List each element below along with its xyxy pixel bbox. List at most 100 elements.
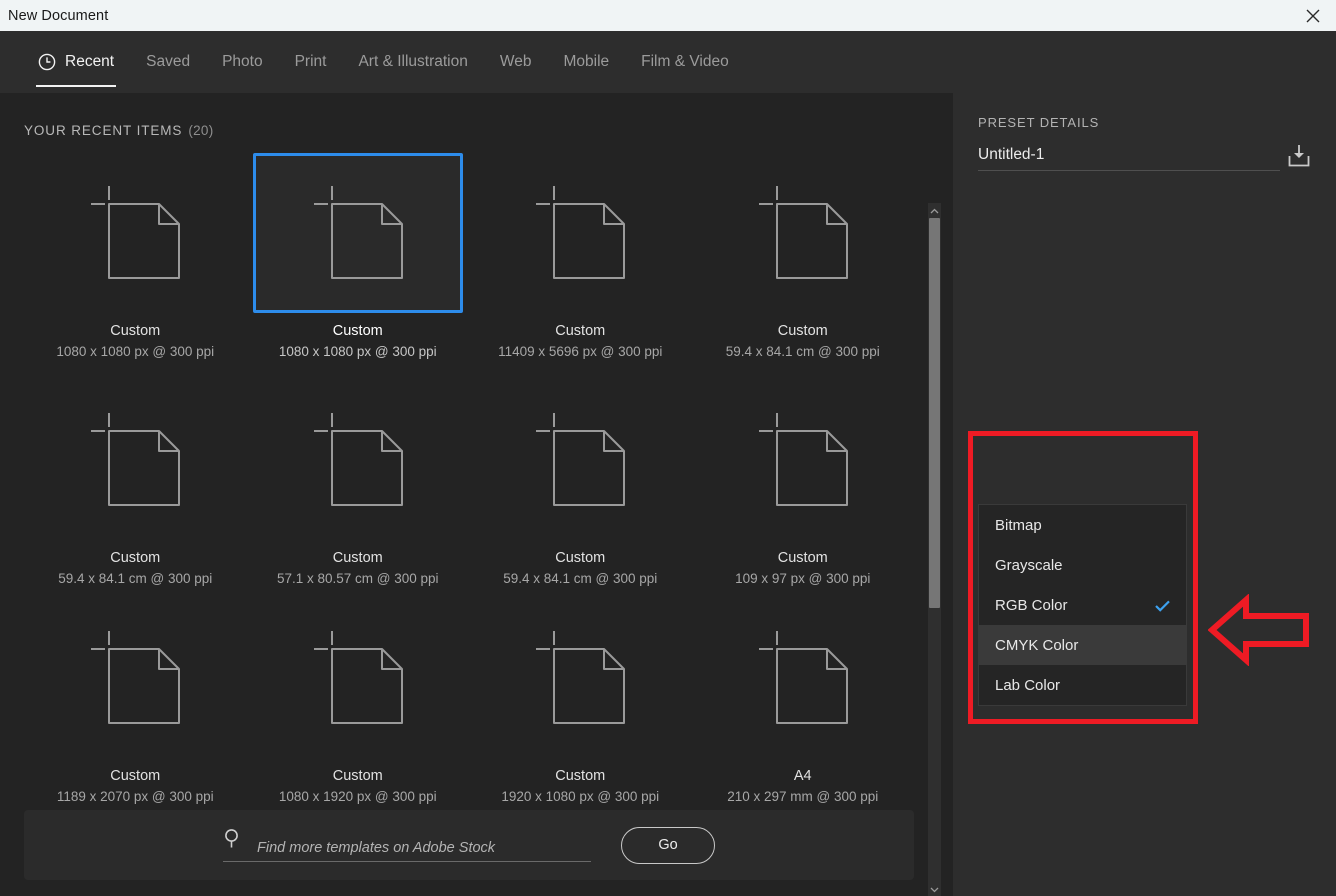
recent-items-heading-text: YOUR RECENT ITEMS [24, 123, 183, 138]
close-icon [1305, 8, 1321, 24]
document-icon [30, 380, 240, 540]
stock-search-field[interactable] [223, 828, 591, 862]
tab-mobile[interactable]: Mobile [547, 31, 625, 93]
recent-item-title: Custom [110, 550, 161, 566]
title-bar: New Document [0, 0, 1336, 31]
tab-saved[interactable]: Saved [130, 31, 206, 93]
recent-item-card[interactable]: Custom 1189 x 2070 px @ 300 ppi [24, 590, 247, 804]
color-mode-option[interactable]: CMYK Color [979, 625, 1186, 665]
color-mode-dropdown-menu[interactable]: Bitmap Grayscale RGB Color CMYK Color Lab Co… [978, 504, 1187, 706]
adobe-stock-search-bar: Go [24, 810, 914, 880]
recent-item-card[interactable]: Custom 59.4 x 84.1 cm @ 300 ppi [692, 145, 915, 368]
scrollbar-thumb[interactable] [929, 218, 940, 608]
recent-item-title: Custom [777, 323, 828, 339]
tab-label: Art & Illustration [358, 53, 468, 70]
document-icon [475, 380, 685, 540]
document-icon [698, 598, 908, 758]
recent-item-title: Custom [110, 768, 161, 784]
color-mode-option-label: CMYK Color [995, 636, 1079, 654]
recent-item-card[interactable]: Custom 1080 x 1080 px @ 300 ppi [24, 145, 247, 368]
new-document-dialog: New Document Recent Saved Photo Print Art & … [0, 0, 1336, 896]
recent-item-card[interactable]: Custom 109 x 97 px @ 300 ppi [692, 372, 915, 586]
tab-art-illustration[interactable]: Art & Illustration [342, 31, 483, 93]
recent-item-card[interactable]: A4 210 x 297 mm @ 300 ppi [692, 590, 915, 804]
recent-item-card[interactable]: Custom 11409 x 5696 px @ 300 ppi [469, 145, 692, 368]
recent-item-card[interactable]: Custom 1920 x 1080 px @ 300 ppi [469, 590, 692, 804]
tab-bar: Recent Saved Photo Print Art & Illustration W… [0, 31, 1336, 93]
document-icon [698, 380, 908, 540]
color-mode-option-label: RGB Color [995, 596, 1068, 614]
recent-items-scrollbar[interactable] [928, 203, 941, 896]
tab-label: Film & Video [641, 53, 729, 70]
tab-film-video[interactable]: Film & Video [625, 31, 745, 93]
document-name-input[interactable] [978, 146, 1280, 164]
recent-item-title: Custom [555, 323, 606, 339]
document-icon [252, 153, 463, 313]
recent-item-title: Custom [110, 323, 161, 339]
checkmark-icon [1155, 599, 1170, 612]
recent-items-count: (20) [188, 123, 214, 138]
search-input[interactable] [257, 840, 577, 856]
recent-item-card[interactable]: Custom 59.4 x 84.1 cm @ 300 ppi [469, 372, 692, 586]
recent-item-card[interactable]: Custom 1080 x 1920 px @ 300 ppi [247, 590, 470, 804]
document-icon [253, 380, 463, 540]
recent-item-dimensions: 59.4 x 84.1 cm @ 300 ppi [58, 571, 213, 586]
recent-item-dimensions: 57.1 x 80.57 cm @ 300 ppi [276, 571, 439, 586]
stock-go-button[interactable]: Go [621, 826, 715, 864]
recent-item-title: Custom [555, 768, 606, 784]
tab-label: Recent [65, 53, 115, 70]
color-mode-option[interactable]: Lab Color [979, 665, 1186, 705]
window-title: New Document [8, 7, 109, 24]
preset-details-heading: PRESET DETAILS [978, 115, 1100, 130]
recent-item-dimensions: 1189 x 2070 px @ 300 ppi [56, 789, 214, 804]
tab-label: Saved [146, 53, 191, 70]
recent-item-dimensions: 1920 x 1080 px @ 300 ppi [501, 789, 660, 804]
document-icon [475, 153, 685, 313]
search-icon [223, 828, 243, 854]
recent-item-title: A4 [793, 768, 812, 784]
recent-item-dimensions: 11409 x 5696 px @ 300 ppi [498, 344, 663, 359]
recent-item-card[interactable]: Custom 59.4 x 84.1 cm @ 300 ppi [24, 372, 247, 586]
document-icon [30, 153, 240, 313]
scroll-down-button[interactable] [928, 882, 941, 896]
color-mode-option[interactable]: Grayscale [979, 545, 1186, 585]
recent-item-dimensions: 210 x 297 mm @ 300 ppi [727, 789, 879, 804]
close-window-button[interactable] [1290, 0, 1336, 31]
tab-print[interactable]: Print [279, 31, 343, 93]
recent-item-dimensions: 109 x 97 px @ 300 ppi [735, 571, 871, 586]
color-mode-option-label: Bitmap [995, 516, 1042, 534]
document-icon [30, 598, 240, 758]
recent-item-card[interactable]: Custom 1080 x 1080 px @ 300 ppi [247, 145, 470, 368]
tab-recent[interactable]: Recent [22, 31, 130, 93]
color-mode-option[interactable]: RGB Color [979, 585, 1186, 625]
clock-icon [38, 53, 56, 71]
recent-item-dimensions: 59.4 x 84.1 cm @ 300 ppi [503, 571, 658, 586]
document-icon [475, 598, 685, 758]
preset-details-panel: PRESET DETAILS Width Pixels Height [953, 93, 1336, 896]
recent-items-grid: Custom 1080 x 1080 px @ 300 ppi Custom 1080… [24, 145, 914, 804]
recent-item-title: Custom [555, 550, 606, 566]
tab-label: Photo [222, 53, 263, 70]
color-mode-option-label: Lab Color [995, 676, 1061, 694]
document-icon [698, 153, 908, 313]
recent-item-dimensions: 1080 x 1920 px @ 300 ppi [278, 789, 437, 804]
recent-item-title: Custom [777, 550, 828, 566]
tab-web[interactable]: Web [484, 31, 548, 93]
recent-item-card[interactable]: Custom 57.1 x 80.57 cm @ 300 ppi [247, 372, 470, 586]
recent-items-heading: YOUR RECENT ITEMS (20) [24, 123, 214, 138]
recent-item-title: Custom [332, 550, 383, 566]
chevron-down-icon [930, 880, 939, 896]
tab-label: Print [294, 53, 327, 70]
color-mode-option[interactable]: Bitmap [979, 505, 1186, 545]
recent-item-dimensions: 59.4 x 84.1 cm @ 300 ppi [725, 344, 880, 359]
tab-label: Mobile [563, 53, 610, 70]
document-icon [253, 598, 463, 758]
save-preset-icon[interactable] [1286, 143, 1312, 169]
chevron-up-icon [930, 201, 939, 219]
tab-label: Web [499, 53, 532, 70]
recent-item-title: Custom [332, 768, 383, 784]
recent-item-dimensions: 1080 x 1080 px @ 300 ppi [56, 344, 215, 359]
tab-photo[interactable]: Photo [206, 31, 279, 93]
scroll-up-button[interactable] [928, 203, 941, 217]
recent-item-title: Custom [332, 323, 383, 339]
